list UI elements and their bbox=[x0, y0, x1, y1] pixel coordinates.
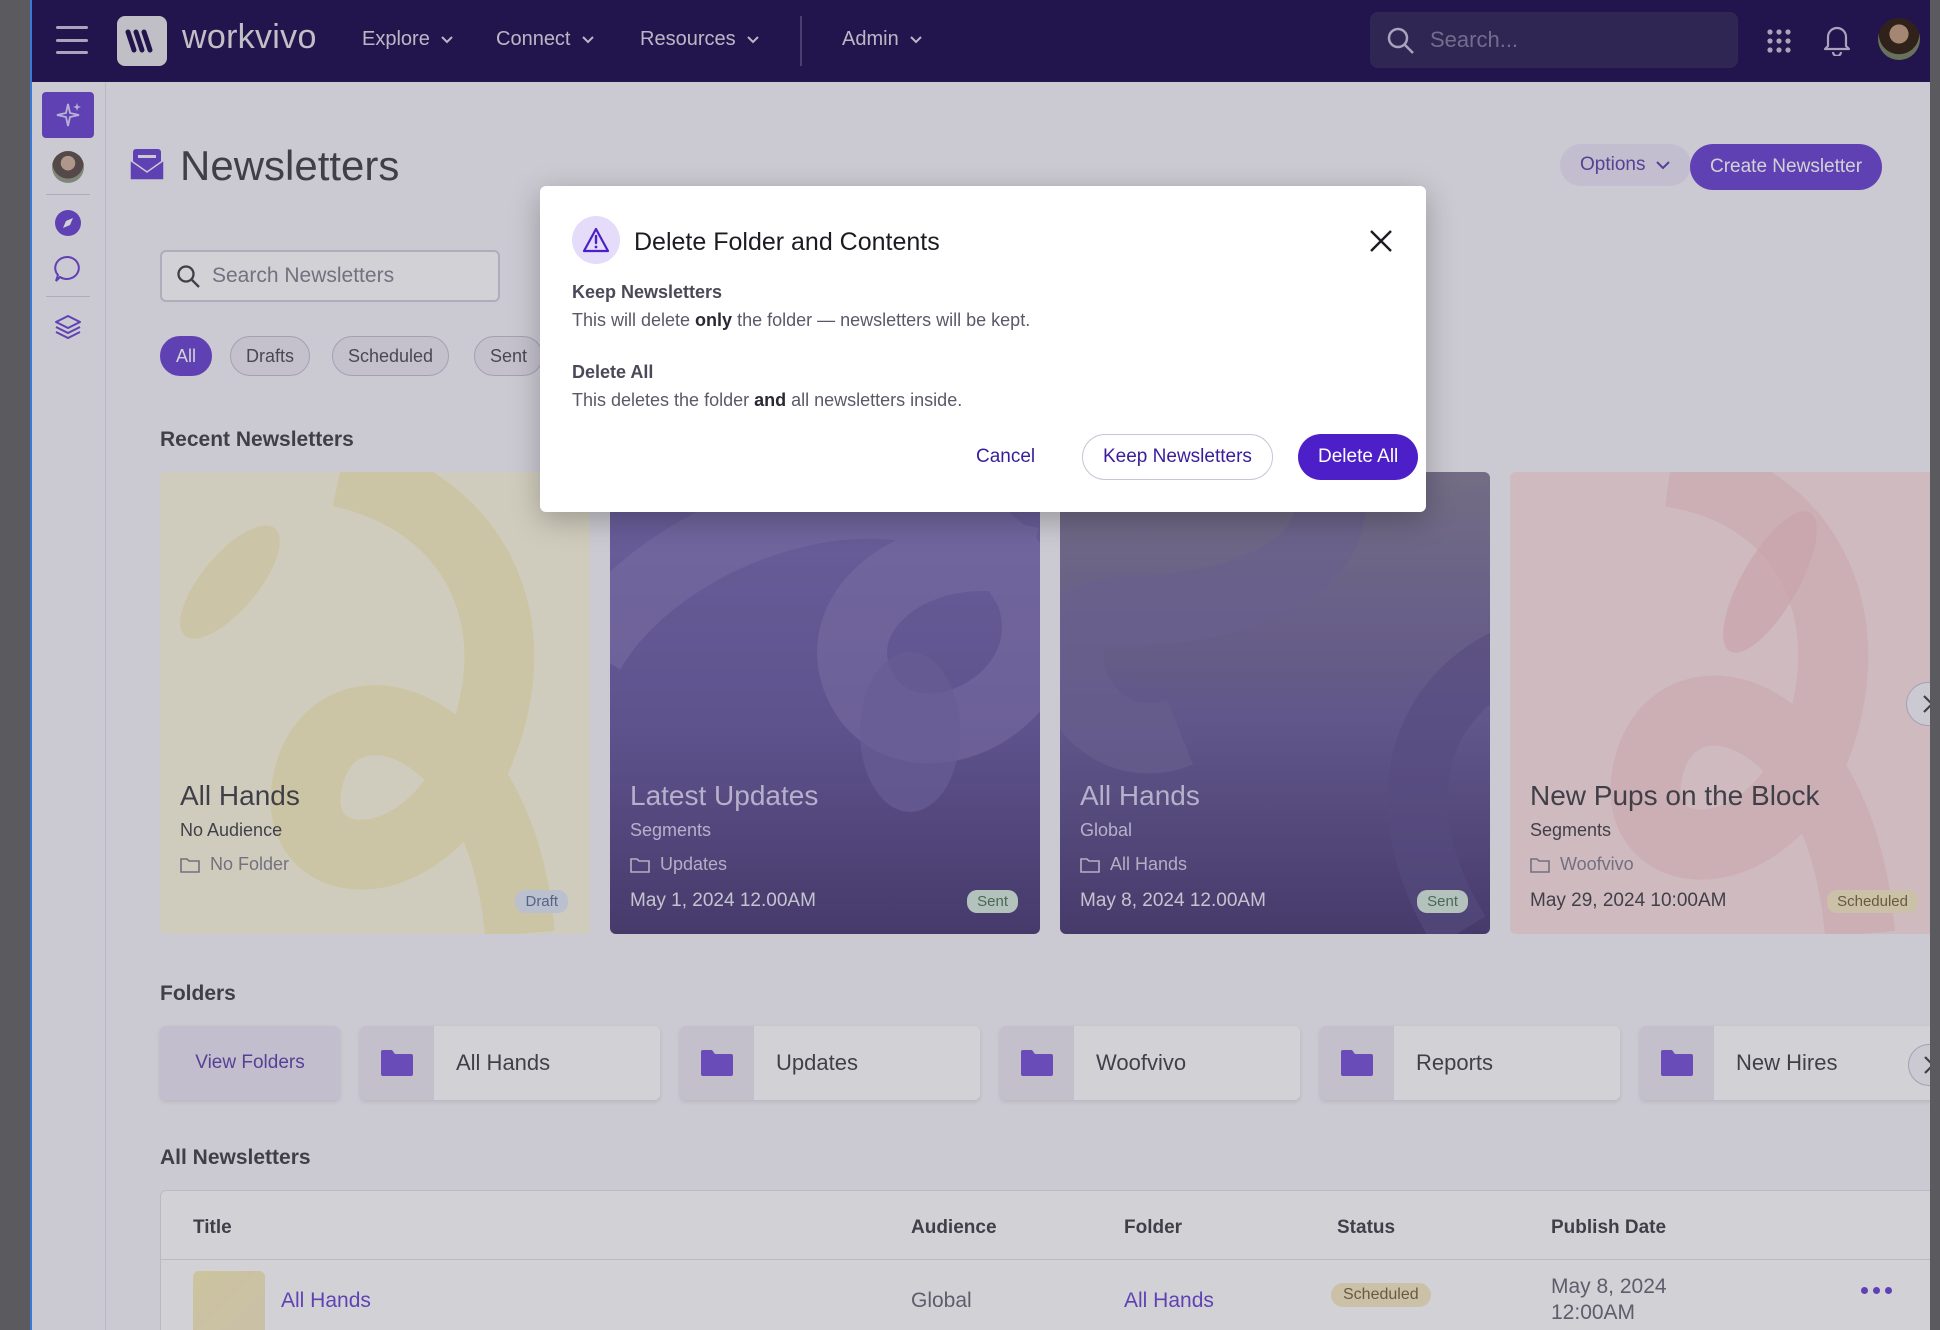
close-icon[interactable] bbox=[1366, 226, 1396, 256]
keep-text-bold: only bbox=[695, 310, 733, 330]
chevron-down-icon bbox=[441, 35, 453, 43]
nav-admin[interactable]: Admin bbox=[842, 28, 923, 51]
delete-text-part2: all newsletters inside. bbox=[786, 390, 963, 410]
dialog-title: Delete Folder and Contents bbox=[634, 228, 940, 256]
nav-connect[interactable]: Connect bbox=[496, 28, 595, 51]
modal-backdrop[interactable]: Delete Folder and Contents Keep Newslett… bbox=[32, 82, 1930, 1330]
nav-explore[interactable]: Explore bbox=[362, 28, 454, 51]
top-navigation-bar: workvivo Explore Connect Resources Admin bbox=[32, 0, 1930, 82]
global-search-input[interactable] bbox=[1430, 27, 1720, 53]
keep-text-part1: This will delete bbox=[572, 310, 696, 330]
cancel-button[interactable]: Cancel bbox=[956, 434, 1055, 480]
warning-icon bbox=[572, 216, 620, 264]
keep-text-part2: the folder — newsletters will be kept. bbox=[732, 310, 1031, 330]
nav-explore-label: Explore bbox=[362, 28, 430, 50]
nav-divider bbox=[800, 16, 802, 66]
apps-grid-icon[interactable] bbox=[1766, 28, 1792, 54]
keep-heading: Keep Newsletters bbox=[572, 282, 723, 302]
user-avatar[interactable] bbox=[1878, 18, 1920, 60]
nav-admin-label: Admin bbox=[842, 28, 899, 50]
menu-icon[interactable] bbox=[54, 22, 90, 58]
delete-description: This deletes the folder and all newslett… bbox=[572, 390, 962, 411]
nav-resources[interactable]: Resources bbox=[640, 28, 760, 51]
keep-description: This will delete only the folder — newsl… bbox=[572, 310, 1030, 331]
app-window: workvivo Explore Connect Resources Admin bbox=[30, 0, 1930, 1330]
chevron-down-icon bbox=[909, 35, 922, 43]
workvivo-logo-icon[interactable] bbox=[117, 16, 167, 66]
app-logo-text[interactable]: workvivo bbox=[182, 18, 317, 57]
nav-resources-label: Resources bbox=[640, 28, 736, 50]
chevron-down-icon bbox=[581, 35, 594, 43]
chevron-down-icon bbox=[746, 35, 759, 43]
search-icon bbox=[1387, 27, 1414, 54]
delete-heading: Delete All bbox=[572, 362, 654, 382]
bell-icon[interactable] bbox=[1822, 24, 1852, 56]
delete-text-part1: This deletes the folder bbox=[572, 390, 755, 410]
delete-folder-dialog: Delete Folder and Contents Keep Newslett… bbox=[540, 186, 1426, 512]
delete-all-button[interactable]: Delete All bbox=[1298, 434, 1419, 480]
delete-text-bold: and bbox=[754, 390, 787, 410]
keep-newsletters-button[interactable]: Keep Newsletters bbox=[1082, 434, 1273, 480]
nav-connect-label: Connect bbox=[496, 28, 571, 50]
global-search[interactable] bbox=[1370, 12, 1738, 68]
